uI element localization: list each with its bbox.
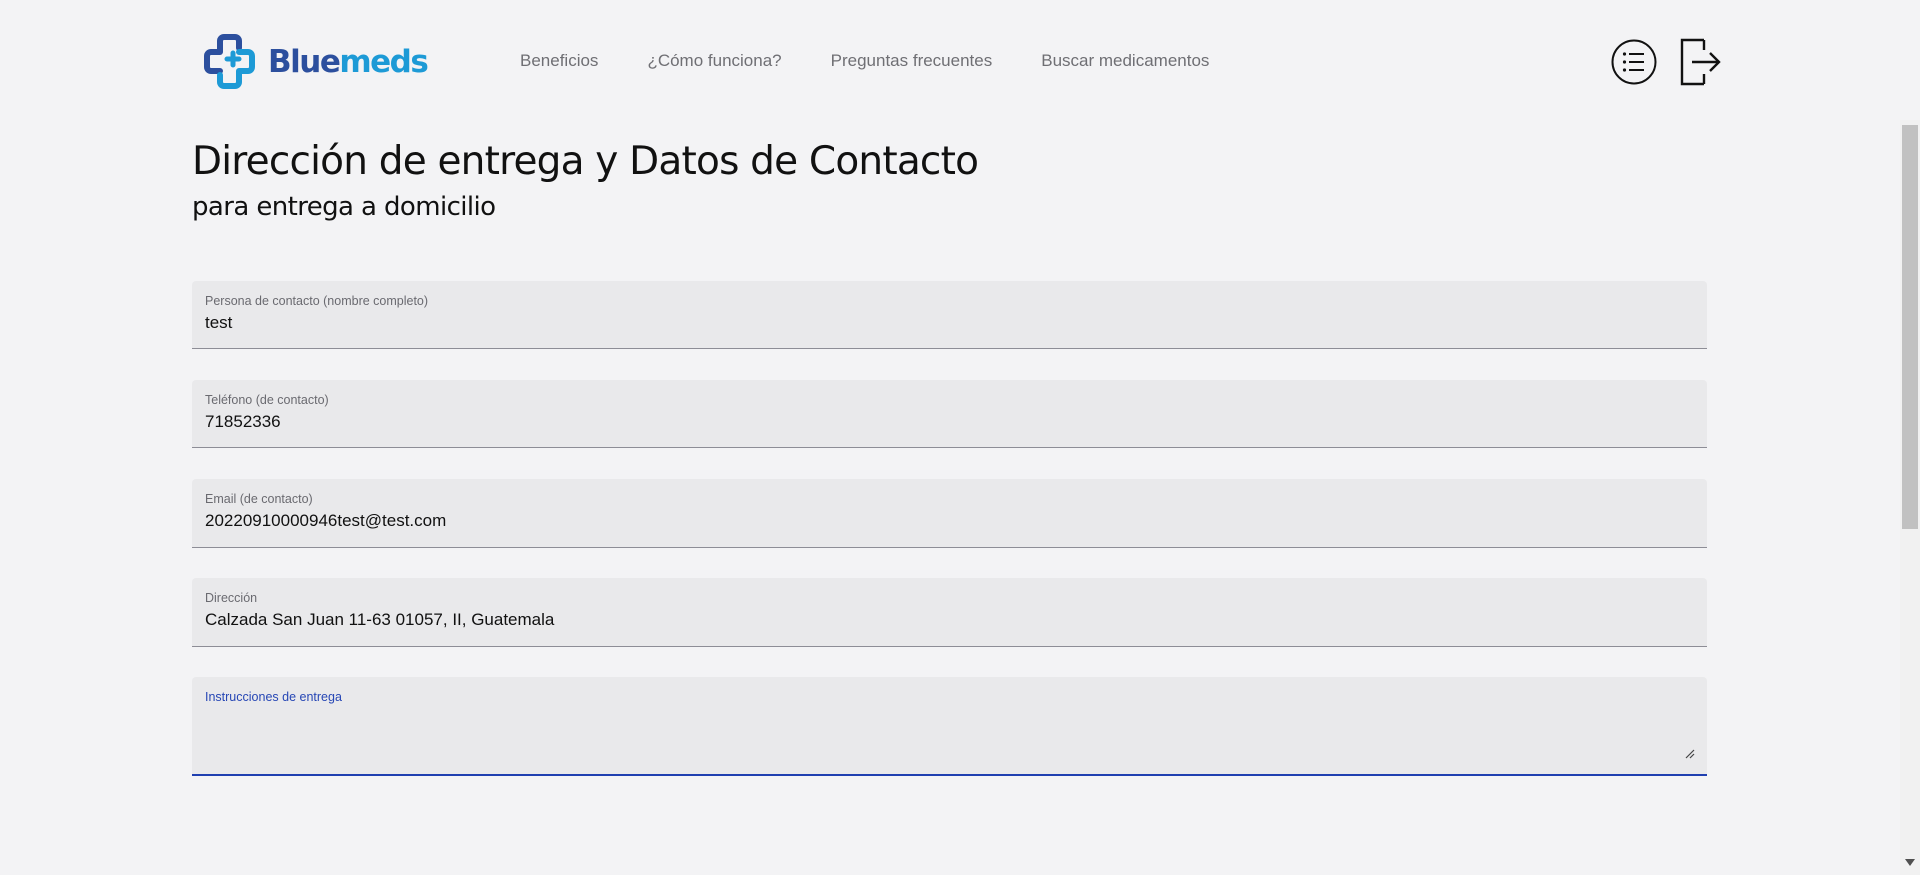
- brand-name-part1: Blue: [268, 44, 341, 80]
- brand-name-part2: meds: [339, 44, 428, 80]
- email-value[interactable]: 20220910000946test@test.com: [205, 511, 446, 531]
- nav-link-preguntas-frecuentes[interactable]: Preguntas frecuentes: [831, 51, 993, 71]
- scrollbar-thumb[interactable]: [1902, 125, 1918, 529]
- email-label: Email (de contacto): [205, 492, 313, 506]
- email-field[interactable]: Email (de contacto) 20220910000946test@t…: [192, 479, 1707, 548]
- page-subtitle: para entrega a domicilio: [192, 192, 496, 222]
- scroll-down-arrow-icon[interactable]: [1905, 854, 1915, 872]
- page: Bluemeds Beneficios ¿Cómo funciona? Preg…: [0, 0, 1920, 875]
- delivery-instructions-textarea[interactable]: Instrucciones de entrega: [192, 677, 1707, 776]
- contact-name-field[interactable]: Persona de contacto (nombre completo) te…: [192, 281, 1707, 349]
- list-menu-icon: [1611, 39, 1657, 85]
- delivery-instructions-label: Instrucciones de entrega: [205, 690, 342, 704]
- resize-handle-icon[interactable]: [1685, 746, 1695, 764]
- contact-name-label: Persona de contacto (nombre completo): [205, 294, 429, 308]
- menu-button[interactable]: [1611, 39, 1657, 90]
- logout-button[interactable]: [1680, 38, 1722, 91]
- address-field[interactable]: Dirección Calzada San Juan 11-63 01057, …: [192, 578, 1707, 647]
- address-value[interactable]: Calzada San Juan 11-63 01057, II, Guatem…: [205, 610, 554, 630]
- contact-name-value[interactable]: test: [205, 313, 232, 333]
- logout-icon: [1680, 38, 1721, 86]
- brand-logo[interactable]: Bluemeds: [200, 32, 429, 92]
- phone-value[interactable]: 71852336: [205, 412, 281, 432]
- nav-link-buscar-medicamentos[interactable]: Buscar medicamentos: [1041, 51, 1209, 71]
- address-label: Dirección: [205, 591, 258, 605]
- nav-link-beneficios[interactable]: Beneficios: [520, 51, 598, 71]
- page-title: Dirección de entrega y Datos de Contacto: [192, 139, 979, 184]
- nav-link-como-funciona[interactable]: ¿Cómo funciona?: [647, 51, 781, 71]
- cross-logo-icon: [204, 34, 255, 89]
- page-scrollbar[interactable]: [1900, 120, 1920, 875]
- phone-field[interactable]: Teléfono (de contacto) 71852336: [192, 380, 1707, 448]
- main-nav: Beneficios ¿Cómo funciona? Preguntas fre…: [520, 51, 1258, 71]
- site-header: Bluemeds Beneficios ¿Cómo funciona? Preg…: [0, 0, 1900, 120]
- brand-name: Bluemeds: [268, 44, 429, 80]
- phone-label: Teléfono (de contacto): [205, 393, 329, 407]
